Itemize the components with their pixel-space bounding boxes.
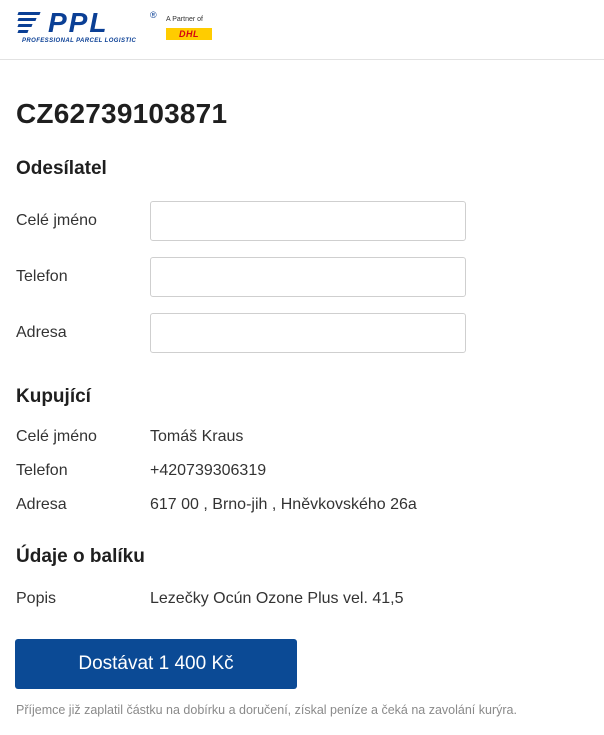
sender-name-label: Celé jméno bbox=[16, 212, 97, 229]
partner-label: A Partner of bbox=[166, 16, 203, 23]
buyer-section-title: Kupující bbox=[16, 386, 91, 407]
package-section-title: Údaje o balíku bbox=[16, 546, 145, 567]
payment-status-note: Příjemce již zaplatil částku na dobírku … bbox=[16, 703, 517, 717]
receive-payment-button[interactable]: Dostávat 1 400 Kč bbox=[15, 639, 297, 689]
package-description-label: Popis bbox=[16, 590, 57, 607]
registered-mark: ® bbox=[150, 10, 157, 20]
page: PPL ® PROFESSIONAL PARCEL LOGISTIC A Par… bbox=[0, 0, 604, 735]
speed-lines-icon bbox=[17, 12, 48, 36]
buyer-phone-label: Telefon bbox=[16, 462, 68, 479]
sender-phone-input[interactable] bbox=[150, 257, 466, 297]
sender-section-title: Odesílatel bbox=[16, 158, 107, 179]
dhl-partner-logo: A Partner of DHL bbox=[166, 16, 216, 44]
tracking-number: CZ62739103871 bbox=[16, 98, 228, 129]
sender-address-label: Adresa bbox=[16, 324, 67, 341]
package-description-value: Lezečky Ocún Ozone Plus vel. 41,5 bbox=[150, 590, 404, 607]
buyer-name-value: Tomáš Kraus bbox=[150, 428, 244, 445]
sender-phone-label: Telefon bbox=[16, 268, 68, 285]
buyer-phone-value: +420739306319 bbox=[150, 462, 267, 479]
dhl-logo-text: DHL bbox=[166, 28, 212, 40]
buyer-address-value: 617 00 , Brno-jih , Hněvkovského 26a bbox=[150, 496, 417, 513]
header: PPL ® PROFESSIONAL PARCEL LOGISTIC A Par… bbox=[0, 0, 604, 60]
sender-address-input[interactable] bbox=[150, 313, 466, 353]
ppl-logo-tagline: PROFESSIONAL PARCEL LOGISTIC bbox=[22, 38, 137, 44]
ppl-logo: PPL ® PROFESSIONAL PARCEL LOGISTIC bbox=[17, 7, 160, 44]
ppl-logo-text: PPL bbox=[48, 7, 109, 38]
sender-name-input[interactable] bbox=[150, 201, 466, 241]
buyer-address-label: Adresa bbox=[16, 496, 67, 513]
buyer-name-label: Celé jméno bbox=[16, 428, 97, 445]
